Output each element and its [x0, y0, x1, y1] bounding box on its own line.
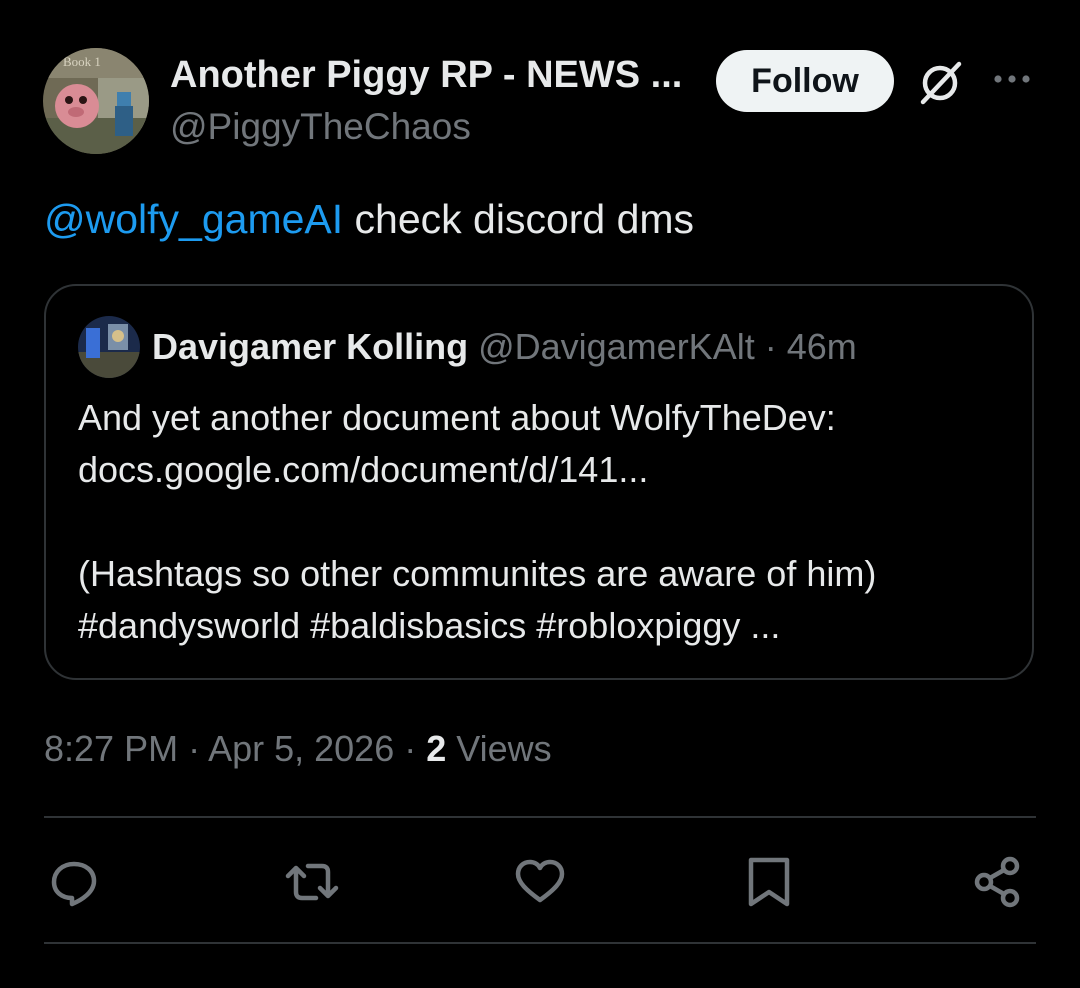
divider — [44, 816, 1036, 818]
quoted-author-avatar[interactable] — [78, 316, 140, 378]
share-icon[interactable] — [970, 854, 1026, 910]
author-avatar[interactable]: Book 1 — [43, 48, 149, 154]
more-icon[interactable] — [990, 64, 1034, 94]
quoted-link[interactable]: docs.google.com/document/d/141... — [78, 444, 1008, 496]
quoted-hashtags[interactable]: #dandysworld #baldisbasics #robloxpiggy … — [78, 600, 1008, 652]
quoted-blank-line — [78, 496, 1008, 548]
quoted-author-name[interactable]: Davigamer Kolling — [152, 326, 468, 367]
quoted-avatar-image — [78, 316, 140, 378]
tweet-body: check discord dms — [343, 196, 695, 242]
retweet-icon[interactable] — [284, 854, 340, 910]
timestamp[interactable]: 8:27 PM · Apr 5, 2026 · — [44, 728, 426, 769]
quoted-header: Davigamer Kolling @DavigamerKAlt · 46m — [152, 326, 857, 368]
quoted-body: And yet another document about WolfyTheD… — [78, 392, 1008, 652]
reply-icon[interactable] — [46, 854, 102, 910]
author-avatar-image: Book 1 — [43, 48, 149, 154]
tweet-meta: 8:27 PM · Apr 5, 2026 · 2 Views — [44, 728, 552, 770]
grok-icon[interactable] — [915, 56, 967, 108]
views-count: 2 — [426, 728, 447, 769]
author-handle[interactable]: @PiggyTheChaos — [170, 106, 471, 148]
divider — [44, 942, 1036, 944]
quoted-line: (Hashtags so other communites are aware … — [78, 553, 877, 594]
quoted-tweet[interactable]: Davigamer Kolling @DavigamerKAlt · 46m A… — [44, 284, 1034, 680]
quoted-line: And yet another document about WolfyTheD… — [78, 397, 836, 438]
author-display-name[interactable]: Another Piggy RP - NEWS ... — [170, 54, 682, 97]
bookmark-icon[interactable] — [741, 854, 797, 910]
like-icon[interactable] — [512, 854, 568, 910]
avatar-book-text: Book 1 — [63, 54, 101, 69]
quoted-handle-time: @DavigamerKAlt · 46m — [468, 326, 857, 367]
follow-button[interactable]: Follow — [716, 50, 894, 112]
tweet-header: Book 1 Another Piggy RP - NEWS ... @Pigg… — [0, 0, 1080, 170]
views-label: Views — [446, 728, 552, 769]
mention-link[interactable]: @wolfy_gameAI — [44, 196, 343, 242]
tweet-text: @wolfy_gameAI check discord dms — [44, 196, 694, 243]
